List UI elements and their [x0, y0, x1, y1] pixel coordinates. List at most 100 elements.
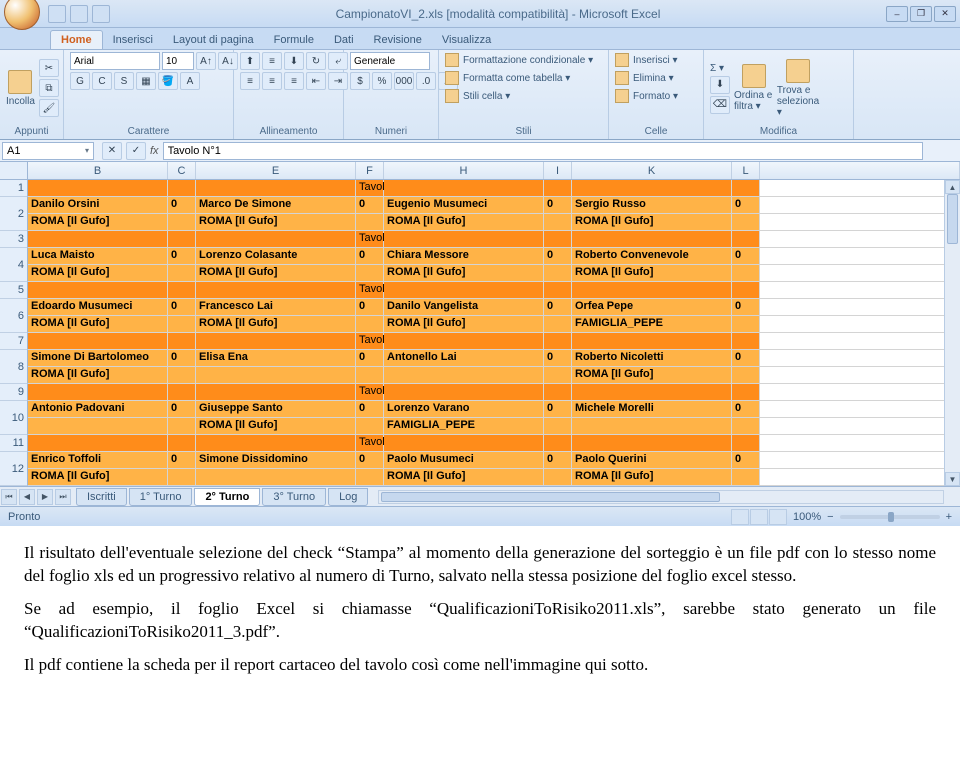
cell-team[interactable]: ROMA [Il Gufo]	[28, 265, 168, 281]
cell-empty[interactable]	[356, 265, 384, 281]
cell-empty[interactable]	[544, 435, 572, 451]
cell-empty[interactable]	[572, 231, 732, 247]
border-icon[interactable]: ▦	[136, 72, 156, 90]
font-color-icon[interactable]: A	[180, 72, 200, 90]
cell-team[interactable]	[384, 367, 544, 383]
cell-score[interactable]: 0	[356, 197, 384, 213]
cell-score[interactable]: 0	[544, 452, 572, 468]
cell-team[interactable]: FAMIGLIA_PEPE	[384, 418, 544, 434]
row-header[interactable]: 1	[0, 180, 28, 197]
cell-score[interactable]: 0	[544, 248, 572, 264]
cell-player-name[interactable]: Lorenzo Colasante	[196, 248, 356, 264]
cell-empty[interactable]	[732, 214, 760, 230]
cell-score[interactable]: 0	[732, 452, 760, 468]
cell-empty[interactable]	[732, 367, 760, 383]
cell-team[interactable]	[28, 418, 168, 434]
row-header[interactable]: 8	[0, 350, 28, 384]
cell-player-name[interactable]: Edoardo Musumeci	[28, 299, 168, 315]
cell-player-name[interactable]: Chiara Messore	[384, 248, 544, 264]
cell-team[interactable]: ROMA [Il Gufo]	[572, 214, 732, 230]
qat-undo-icon[interactable]	[70, 5, 88, 23]
cell-score[interactable]: 0	[732, 248, 760, 264]
cell-empty[interactable]	[356, 316, 384, 332]
column-header[interactable]: B	[28, 162, 168, 179]
clear-icon[interactable]: ⌫	[710, 96, 730, 114]
row-header[interactable]: 4	[0, 248, 28, 282]
delete-cells-button[interactable]: Elimina ▾	[615, 70, 674, 86]
cell-styles-button[interactable]: Stili cella ▾	[445, 88, 510, 104]
scroll-up-icon[interactable]: ▲	[945, 180, 960, 194]
cell-empty[interactable]	[544, 180, 572, 196]
cell-player-name[interactable]: Michele Morelli	[572, 401, 732, 417]
cell-score[interactable]: 0	[356, 452, 384, 468]
align-middle-icon[interactable]: ≡	[262, 52, 282, 70]
row-header[interactable]: 9	[0, 384, 28, 401]
cell-team[interactable]: ROMA [Il Gufo]	[384, 469, 544, 485]
cell-empty[interactable]	[544, 384, 572, 400]
cell-score[interactable]: 0	[732, 299, 760, 315]
cell-table-title[interactable]: Tavolo N°2	[356, 231, 384, 247]
cell-player-name[interactable]: Enrico Toffoli	[28, 452, 168, 468]
cell-empty[interactable]	[572, 333, 732, 349]
cell-team[interactable]: FAMIGLIA_PEPE	[572, 316, 732, 332]
scroll-down-icon[interactable]: ▼	[945, 472, 960, 486]
format-painter-icon[interactable]: 🖌	[39, 99, 59, 117]
cell-score[interactable]: 0	[168, 452, 196, 468]
cell-empty[interactable]	[544, 231, 572, 247]
vertical-scrollbar[interactable]: ▲ ▼	[944, 180, 960, 486]
cut-icon[interactable]: ✂	[39, 59, 59, 77]
cell-empty[interactable]	[544, 316, 572, 332]
row-header[interactable]: 10	[0, 401, 28, 435]
underline-button[interactable]: S	[114, 72, 134, 90]
cell-team[interactable]: ROMA [Il Gufo]	[384, 214, 544, 230]
cell-player-name[interactable]: Orfea Pepe	[572, 299, 732, 315]
cell-empty[interactable]	[544, 265, 572, 281]
qat-redo-icon[interactable]	[92, 5, 110, 23]
format-table-button[interactable]: Formatta come tabella ▾	[445, 70, 570, 86]
align-bottom-icon[interactable]: ⬇	[284, 52, 304, 70]
cell-empty[interactable]	[384, 384, 544, 400]
cell-team[interactable]: ROMA [Il Gufo]	[196, 316, 356, 332]
cell-empty[interactable]	[28, 231, 168, 247]
sheet-tab[interactable]: Log	[328, 488, 368, 506]
cell-empty[interactable]	[168, 282, 196, 298]
cell-empty[interactable]	[28, 333, 168, 349]
cell-empty[interactable]	[572, 384, 732, 400]
ribbon-tab-formule[interactable]: Formule	[264, 31, 324, 49]
view-pagebreak-icon[interactable]	[769, 509, 787, 525]
cell-empty[interactable]	[544, 282, 572, 298]
cell-player-name[interactable]: Francesco Lai	[196, 299, 356, 315]
cell-empty[interactable]	[168, 265, 196, 281]
cell-score[interactable]: 0	[732, 350, 760, 366]
format-cells-button[interactable]: Formato ▾	[615, 88, 678, 104]
row-header[interactable]: 3	[0, 231, 28, 248]
cell-empty[interactable]	[196, 282, 356, 298]
zoom-out-button[interactable]: −	[827, 511, 833, 523]
cell-empty[interactable]	[356, 418, 384, 434]
cell-score[interactable]: 0	[544, 197, 572, 213]
cell-empty[interactable]	[384, 282, 544, 298]
cell-player-name[interactable]: Paolo Querini	[572, 452, 732, 468]
cell-empty[interactable]	[384, 435, 544, 451]
cell-empty[interactable]	[168, 333, 196, 349]
cell-empty[interactable]	[544, 367, 572, 383]
cell-empty[interactable]	[168, 316, 196, 332]
cell-player-name[interactable]: Paolo Musumeci	[384, 452, 544, 468]
percent-icon[interactable]: %	[372, 72, 392, 90]
cell-empty[interactable]	[732, 265, 760, 281]
horizontal-scrollbar[interactable]	[378, 490, 944, 504]
sheet-tab[interactable]: Iscritti	[76, 488, 127, 506]
align-center-icon[interactable]: ≡	[262, 72, 282, 90]
ribbon-tab-revisione[interactable]: Revisione	[364, 31, 432, 49]
insert-cells-button[interactable]: Inserisci ▾	[615, 52, 677, 68]
ribbon-tab-visualizza[interactable]: Visualizza	[432, 31, 501, 49]
cell-empty[interactable]	[28, 384, 168, 400]
row-header[interactable]: 2	[0, 197, 28, 231]
cell-score[interactable]: 0	[544, 299, 572, 315]
cell-team[interactable]: ROMA [Il Gufo]	[28, 214, 168, 230]
cell-player-name[interactable]: Antonello Lai	[384, 350, 544, 366]
cell-empty[interactable]	[544, 333, 572, 349]
cell-table-title[interactable]: Tavolo N°4	[356, 333, 384, 349]
sheet-tab[interactable]: 2° Turno	[194, 488, 260, 506]
cond-format-button[interactable]: Formattazione condizionale ▾	[445, 52, 593, 68]
